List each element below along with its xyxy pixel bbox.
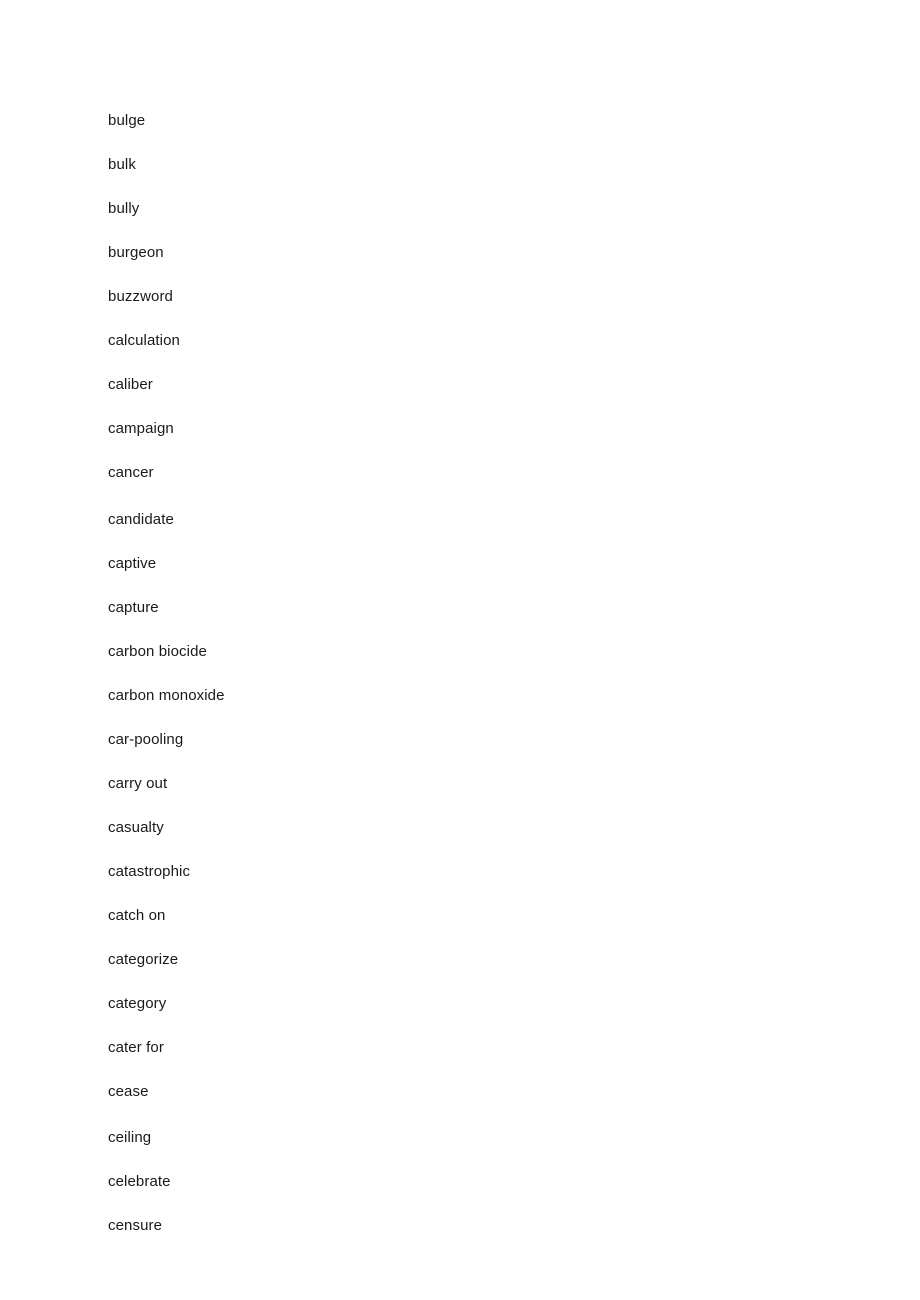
word-list-item: campaign: [108, 420, 174, 437]
word-list-item: car-pooling: [108, 731, 184, 748]
word-list-item: carry out: [108, 775, 168, 792]
word-list-item: burgeon: [108, 244, 164, 261]
word-list-item: bulk: [108, 156, 136, 173]
word-list-item: celebrate: [108, 1173, 171, 1190]
word-list-item: candidate: [108, 511, 174, 528]
word-list-item: catastrophic: [108, 863, 191, 880]
word-list-item: casualty: [108, 819, 164, 836]
word-list-item: captive: [108, 555, 157, 572]
word-list-item: carbon biocide: [108, 643, 207, 660]
document-page: bulge bulk bully burgeon buzzword calculation…: [0, 0, 920, 1300]
word-list-item: ceiling: [108, 1129, 152, 1146]
word-list-item: catch on: [108, 907, 166, 924]
word-list-item: cease: [108, 1083, 149, 1100]
word-list-item: cancer: [108, 464, 154, 481]
word-list-item: buzzword: [108, 288, 173, 305]
word-list-item: bully: [108, 200, 140, 217]
word-list-item: bulge: [108, 112, 146, 129]
word-list-item: censure: [108, 1217, 163, 1234]
word-list-item: calculation: [108, 332, 180, 349]
word-list-item: capture: [108, 599, 159, 616]
word-list-item: carbon monoxide: [108, 687, 225, 704]
word-list-item: caliber: [108, 376, 153, 393]
word-list-item: categorize: [108, 951, 179, 968]
word-list-item: category: [108, 995, 167, 1012]
word-list-item: cater for: [108, 1039, 164, 1056]
